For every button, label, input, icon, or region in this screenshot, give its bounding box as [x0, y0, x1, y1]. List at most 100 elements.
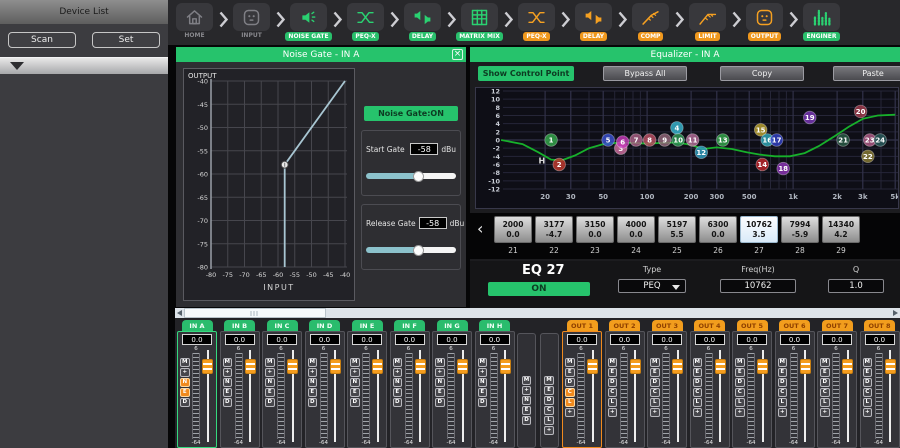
- band-cell-28[interactable]: 7994-5.9: [781, 216, 819, 243]
- fader-handle[interactable]: [672, 359, 683, 374]
- channel-tab[interactable]: IN E: [352, 320, 383, 331]
- strip-button-+[interactable]: +: [522, 386, 532, 395]
- fader-handle[interactable]: [245, 359, 256, 374]
- channel-gain-value[interactable]: 0.0: [225, 334, 255, 345]
- fader-handle[interactable]: [415, 359, 426, 374]
- band-cell-21[interactable]: 20000.0: [494, 216, 532, 243]
- strip-button-+[interactable]: +: [308, 368, 318, 377]
- fader-handle[interactable]: [457, 359, 468, 374]
- eq-point-5[interactable]: 5: [602, 134, 615, 147]
- eq-point-6[interactable]: 6: [616, 136, 629, 149]
- start-gate-slider[interactable]: [366, 171, 456, 182]
- noise-gate-on-button[interactable]: Noise Gate:ON: [364, 106, 458, 121]
- strip-button-d[interactable]: D: [735, 378, 745, 387]
- channel-tab[interactable]: OUT 1: [567, 320, 598, 331]
- strip-button-d[interactable]: D: [565, 378, 575, 387]
- strip-button-m[interactable]: M: [265, 358, 275, 367]
- fader-handle[interactable]: [202, 359, 213, 374]
- strip-button-d[interactable]: D: [435, 398, 445, 407]
- scroll-right-icon[interactable]: [893, 310, 898, 316]
- strip-button-c[interactable]: C: [735, 388, 745, 397]
- strip-button-m[interactable]: M: [393, 358, 403, 367]
- strip-button-e[interactable]: E: [693, 368, 703, 377]
- strip-button-c[interactable]: C: [863, 388, 873, 397]
- strip-button-e[interactable]: E: [308, 388, 318, 397]
- strip-button-n[interactable]: N: [180, 378, 190, 387]
- band-cell-25[interactable]: 51975.5: [658, 216, 696, 243]
- strip-button-l[interactable]: L: [693, 398, 703, 407]
- channel-tab[interactable]: OUT 5: [737, 320, 768, 331]
- fader-handle[interactable]: [587, 359, 598, 374]
- strip-button-+[interactable]: +: [735, 408, 745, 417]
- band-cell-22[interactable]: 3177-4.7: [535, 216, 573, 243]
- band-cell-24[interactable]: 40000.0: [617, 216, 655, 243]
- strip-button-+[interactable]: +: [693, 408, 703, 417]
- eq-point-14[interactable]: 14: [756, 158, 769, 171]
- release-gate-slider-track[interactable]: [366, 247, 456, 253]
- strip-button-+[interactable]: +: [608, 408, 618, 417]
- eq-point-9[interactable]: 9: [658, 134, 671, 147]
- fader-handle[interactable]: [372, 359, 383, 374]
- strip-button-c[interactable]: C: [778, 388, 788, 397]
- channel-tab[interactable]: IN F: [394, 320, 425, 331]
- band-cell-27[interactable]: 107623.5: [740, 216, 778, 243]
- fader-handle[interactable]: [757, 359, 768, 374]
- strip-button-e[interactable]: E: [820, 368, 830, 377]
- strip-button-d[interactable]: D: [308, 398, 318, 407]
- device-dropdown[interactable]: [0, 57, 168, 74]
- toolbar-item-limit[interactable]: LIMIT: [685, 3, 730, 41]
- strip-button-e[interactable]: E: [544, 386, 554, 395]
- toolbar-item-delay[interactable]: DELAY: [400, 3, 445, 41]
- strip-button-d[interactable]: D: [820, 378, 830, 387]
- strip-button-m[interactable]: M: [350, 358, 360, 367]
- strip-button-+[interactable]: +: [223, 368, 233, 377]
- strip-button-+[interactable]: +: [180, 368, 190, 377]
- toolbar-item-matrix-mix[interactable]: MATRIX MIX: [457, 3, 502, 41]
- strip-button-n[interactable]: N: [308, 378, 318, 387]
- channel-tab[interactable]: IN B: [224, 320, 255, 331]
- strip-button-d[interactable]: D: [650, 378, 660, 387]
- strip-button-l[interactable]: L: [608, 398, 618, 407]
- eq-point-17[interactable]: 17: [770, 134, 783, 147]
- strip-button-m[interactable]: M: [608, 358, 618, 367]
- channel-gain-value[interactable]: 0.0: [780, 334, 810, 345]
- strip-button-e[interactable]: E: [435, 388, 445, 397]
- strip-button-m[interactable]: M: [522, 376, 532, 385]
- band-cell-26[interactable]: 63000.0: [699, 216, 737, 243]
- strip-button-m[interactable]: M: [693, 358, 703, 367]
- eq-point-18[interactable]: 18: [777, 162, 790, 175]
- channel-tab[interactable]: IN H: [479, 320, 510, 331]
- eq-point-10[interactable]: 10: [672, 134, 685, 147]
- band-on-button[interactable]: ON: [488, 282, 590, 296]
- strip-button-m[interactable]: M: [565, 358, 575, 367]
- strip-button-d[interactable]: D: [180, 398, 190, 407]
- strip-button-l[interactable]: L: [735, 398, 745, 407]
- strip-button-d[interactable]: D: [265, 398, 275, 407]
- strip-button-l[interactable]: L: [863, 398, 873, 407]
- strip-button-c[interactable]: C: [565, 388, 575, 397]
- strip-button-n[interactable]: N: [478, 378, 488, 387]
- channel-gain-value[interactable]: 0.0: [610, 334, 640, 345]
- strip-button-l[interactable]: L: [565, 398, 575, 407]
- scan-button[interactable]: Scan: [8, 32, 76, 48]
- strip-button-e[interactable]: E: [223, 388, 233, 397]
- release-gate-slider[interactable]: [366, 245, 456, 256]
- fader-handle[interactable]: [287, 359, 298, 374]
- strip-button-+[interactable]: +: [265, 368, 275, 377]
- strip-button-e[interactable]: E: [393, 388, 403, 397]
- eq-point-12[interactable]: 12: [695, 146, 708, 159]
- channel-tab[interactable]: OUT 6: [779, 320, 810, 331]
- strip-button-+[interactable]: +: [650, 408, 660, 417]
- channel-tab[interactable]: OUT 2: [609, 320, 640, 331]
- channel-gain-value[interactable]: 0.0: [480, 334, 510, 345]
- eq-point-21[interactable]: 21: [837, 134, 850, 147]
- type-dropdown[interactable]: PEQ: [618, 279, 686, 293]
- strip-button-n[interactable]: N: [522, 396, 532, 405]
- strip-button-n[interactable]: N: [265, 378, 275, 387]
- strip-button-e[interactable]: E: [478, 388, 488, 397]
- bypass-all-button[interactable]: Bypass All: [603, 66, 687, 81]
- band-prev-arrow[interactable]: ‹: [477, 219, 483, 238]
- strip-button-c[interactable]: C: [820, 388, 830, 397]
- strip-button-c[interactable]: C: [693, 388, 703, 397]
- toolbar-item-peq-x[interactable]: PEQ-X: [343, 3, 388, 41]
